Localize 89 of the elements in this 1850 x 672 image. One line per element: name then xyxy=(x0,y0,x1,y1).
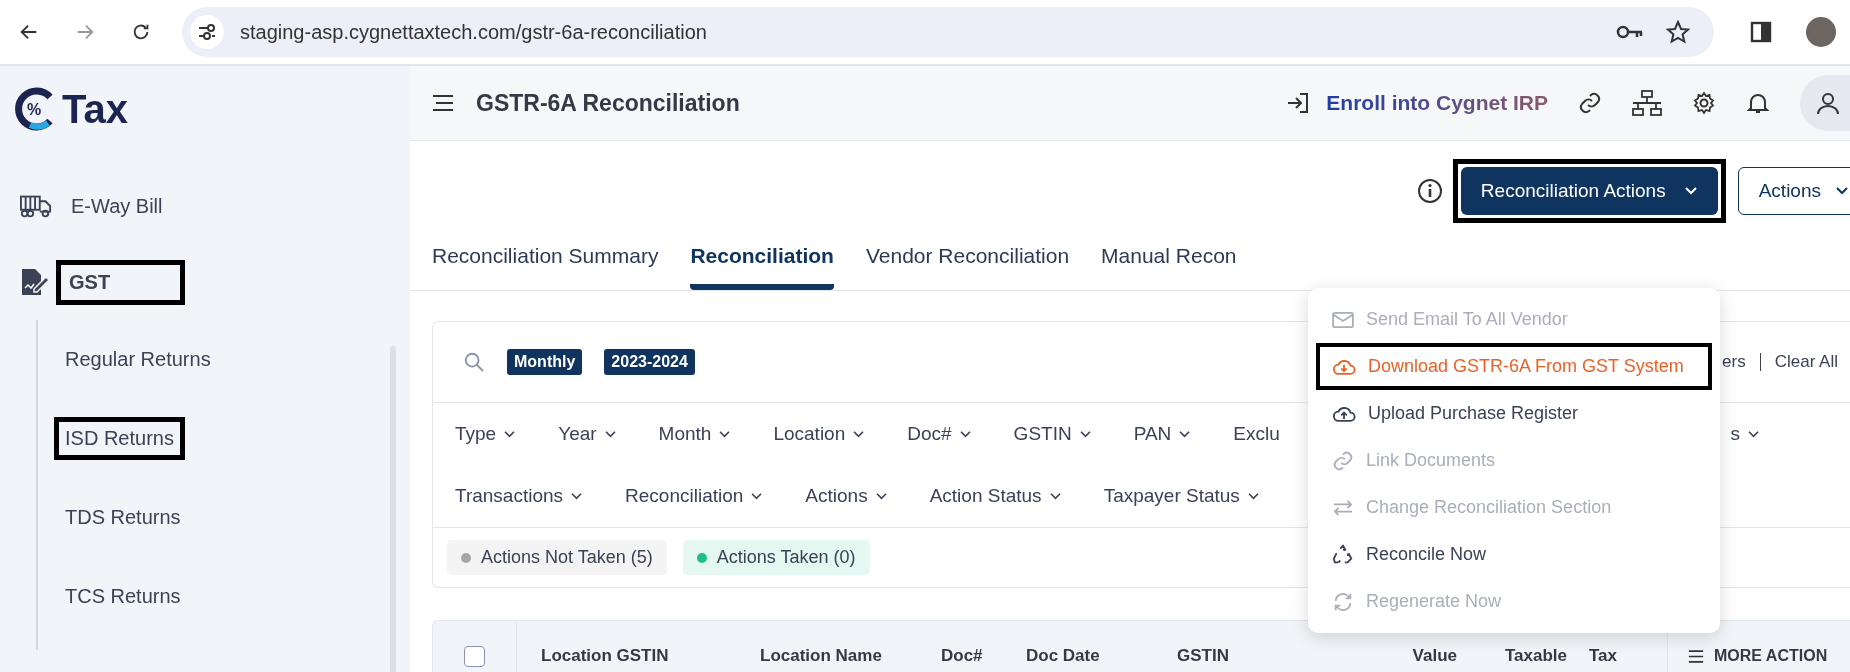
search-icon[interactable] xyxy=(463,351,485,373)
reconciliation-actions-button[interactable]: Reconciliation Actions xyxy=(1460,167,1718,215)
menu-item[interactable]: Reconcile Now xyxy=(1316,531,1712,578)
cloud-download-icon xyxy=(1332,357,1356,376)
filter-dropdown[interactable]: Exclu xyxy=(1233,423,1280,445)
filter-dropdown[interactable]: Month xyxy=(658,423,732,445)
tab[interactable]: Vendor Reconciliation xyxy=(865,244,1070,290)
filter-dropdown[interactable]: PAN xyxy=(1133,423,1192,445)
side-panel-icon[interactable] xyxy=(1750,21,1772,43)
nav-item[interactable]: TCS Returns xyxy=(54,575,192,618)
column-header[interactable]: Value xyxy=(1412,646,1457,666)
column-header[interactable]: Location Name xyxy=(760,646,882,666)
logo-text: Tax xyxy=(62,86,128,132)
filter-dropdown[interactable]: Type xyxy=(455,423,517,445)
select-all-checkbox[interactable] xyxy=(464,645,485,667)
chevron-down-icon xyxy=(503,429,517,439)
truck-icon xyxy=(20,194,52,218)
refresh-icon xyxy=(1332,590,1354,613)
tab[interactable]: Reconciliation Summary xyxy=(432,244,659,290)
chevron-down-icon xyxy=(1078,429,1092,439)
status-pill[interactable]: Actions Taken (0) xyxy=(682,540,870,575)
swap-arrows-icon xyxy=(1332,498,1354,517)
more-action-button[interactable]: MORE ACTION xyxy=(1688,647,1828,665)
actions-button[interactable]: Actions xyxy=(1737,167,1850,215)
filter-dropdown[interactable]: Action Status xyxy=(929,485,1062,507)
tab[interactable]: Reconciliation xyxy=(690,244,834,290)
column-header[interactable]: Tax xyxy=(1588,646,1617,666)
menu-icon[interactable] xyxy=(432,94,454,112)
chevron-down-icon xyxy=(1683,186,1698,196)
chevron-down-icon xyxy=(750,491,764,501)
highlighted-nav-item[interactable]: GST xyxy=(56,259,186,305)
page-title: GSTR-6A Reconciliation xyxy=(476,89,740,117)
link-icon[interactable] xyxy=(1578,91,1602,115)
filter-dropdown[interactable]: Actions xyxy=(805,485,888,507)
column-header[interactable]: Taxable xyxy=(1504,646,1567,666)
status-label: Actions Taken (0) xyxy=(716,547,856,568)
nav-item[interactable]: TDS Returns xyxy=(54,496,192,539)
recycle-icon xyxy=(1332,543,1354,566)
column-header[interactable]: GSTIN xyxy=(1177,646,1229,666)
tab[interactable]: Manual Recon xyxy=(1101,244,1237,290)
star-icon[interactable] xyxy=(1666,20,1690,44)
sign-in-icon[interactable] xyxy=(1286,92,1311,114)
filter-chip[interactable]: Monthly xyxy=(507,349,583,375)
highlighted-nav-item[interactable]: ISD Returns xyxy=(54,417,185,460)
filter-dropdown[interactable]: Doc# xyxy=(907,423,972,445)
chevron-down-icon xyxy=(874,491,888,501)
address-bar[interactable]: staging-asp.cygnettaxtech.com/gstr-6a-reconciliation xyxy=(182,7,1714,57)
site-settings-icon[interactable] xyxy=(190,15,224,49)
clear-all-link[interactable]: Clear All xyxy=(1774,352,1838,372)
filter-dropdown[interactable]: Transactions xyxy=(455,485,584,507)
status-pill[interactable]: Actions Not Taken (5) xyxy=(447,540,667,575)
bell-icon[interactable] xyxy=(1746,91,1770,115)
link-icon xyxy=(1332,449,1354,472)
nav-item[interactable]: E-Way Bill xyxy=(58,183,176,229)
filters-link[interactable]: ers xyxy=(1722,352,1746,372)
status-label: Actions Not Taken (5) xyxy=(481,547,653,568)
user-icon xyxy=(1816,91,1840,115)
menu-icon xyxy=(1688,649,1704,663)
document-pen-icon xyxy=(20,268,50,296)
cloud-upload-icon xyxy=(1332,404,1356,423)
chevron-down-icon xyxy=(852,429,866,439)
filter-dropdown[interactable]: GSTIN xyxy=(1013,423,1092,445)
column-header[interactable]: Doc Date xyxy=(1026,646,1100,666)
filter-dropdown[interactable]: Reconciliation xyxy=(625,485,764,507)
info-icon[interactable] xyxy=(1416,178,1443,204)
filter-dropdown[interactable]: s xyxy=(1730,423,1760,445)
filter-dropdown[interactable]: Location xyxy=(773,423,866,445)
envelope-icon xyxy=(1332,310,1354,329)
column-header[interactable]: Location GSTIN xyxy=(541,646,669,666)
chevron-down-icon xyxy=(718,429,732,439)
chevron-down-icon xyxy=(1048,491,1062,501)
chevron-down-icon xyxy=(1835,186,1849,196)
chevron-down-icon xyxy=(603,429,617,439)
settings-icon[interactable] xyxy=(1692,91,1716,115)
chevron-down-icon xyxy=(1246,491,1260,501)
nav-item[interactable]: Regular Returns xyxy=(54,338,222,381)
chevron-down-icon xyxy=(1747,429,1760,439)
filter-chip[interactable]: 2023-2024 xyxy=(604,349,695,375)
filter-dropdown[interactable]: Year xyxy=(558,423,617,445)
profile-avatar[interactable] xyxy=(1806,17,1836,47)
user-button[interactable] xyxy=(1800,75,1850,131)
chevron-down-icon xyxy=(958,429,972,439)
column-header[interactable]: Doc# xyxy=(941,646,983,666)
chevron-down-icon xyxy=(1178,429,1192,439)
chevron-down-icon xyxy=(570,491,584,501)
filter-dropdown[interactable]: Taxpayer Status xyxy=(1103,485,1260,507)
hierarchy-icon[interactable] xyxy=(1632,90,1662,116)
url-text: staging-asp.cygnettaxtech.com/gstr-6a-reconciliation xyxy=(240,20,707,44)
menu-item[interactable]: Upload Purchase Register xyxy=(1316,390,1712,437)
